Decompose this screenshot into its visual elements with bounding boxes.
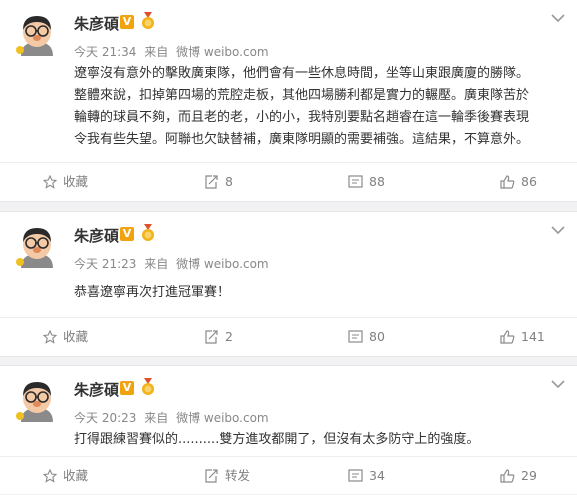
favorite-label: 收藏 — [63, 174, 89, 189]
comment-count: 80 — [369, 329, 385, 344]
weibo-post: 朱彦碩 V 今天 21:34 来自 微博 weibo.com 遼寧沒有意外的擊敗… — [0, 0, 577, 202]
source-prefix: 来自 — [144, 411, 169, 425]
favorite-button[interactable]: 收藏 — [42, 318, 89, 356]
star-icon — [42, 468, 58, 483]
comment-icon — [348, 330, 363, 343]
verified-badge[interactable]: V — [120, 227, 134, 241]
repost-label: 转发 — [225, 468, 251, 483]
post-text-line: 輪轉的球員不夠，而且老的老，小的小，我特別要點名趙睿在這一輪季後賽表現 — [74, 110, 530, 125]
repost-count: 8 — [225, 174, 233, 189]
chevron-down-icon[interactable] — [551, 225, 565, 235]
post-text-line: 遼寧沒有意外的擊敗廣東隊，他們會有一些休息時間，坐等山東跟廣廈的勝隊。 — [74, 66, 530, 81]
post-text-line: 令我有些失望。阿聯也欠缺替補，廣東隊明顯的需要補強。這結果，不算意外。 — [74, 132, 530, 147]
repost-icon — [205, 469, 218, 483]
comment-count: 88 — [369, 174, 385, 189]
verified-badge[interactable]: V — [120, 381, 134, 395]
post-meta: 今天 21:23 来自 微博 weibo.com — [74, 255, 273, 272]
favorite-button[interactable]: 收藏 — [42, 457, 89, 495]
thumbs-up-icon — [500, 330, 515, 344]
post-text: 恭喜遼寧再次打進冠軍賽！ — [74, 282, 566, 304]
post-time[interactable]: 今天 21:23 — [74, 257, 136, 271]
post-time[interactable]: 今天 21:34 — [74, 45, 136, 59]
like-button[interactable]: 29 — [500, 457, 537, 495]
like-button[interactable]: 86 — [500, 163, 537, 201]
post-source[interactable]: 微博 weibo.com — [176, 257, 269, 271]
weibo-post: 朱彦碩 V 今天 21:23 来自 微博 weibo.com 恭喜遼寧再次打進冠… — [0, 211, 577, 357]
star-icon — [42, 329, 58, 344]
comment-button[interactable]: 80 — [348, 318, 385, 356]
favorite-label: 收藏 — [63, 468, 89, 483]
comment-icon — [348, 175, 363, 188]
like-count: 29 — [521, 468, 537, 483]
avatar[interactable] — [13, 12, 61, 60]
source-prefix: 来自 — [144, 45, 169, 59]
like-count: 86 — [521, 174, 537, 189]
like-button[interactable]: 141 — [500, 318, 545, 356]
verified-badge[interactable]: V — [120, 15, 134, 29]
action-bar: 收藏 2 80 141 — [0, 317, 577, 356]
post-source[interactable]: 微博 weibo.com — [176, 45, 269, 59]
thumbs-up-icon — [500, 469, 515, 483]
chevron-down-icon[interactable] — [551, 13, 565, 23]
source-prefix: 来自 — [144, 257, 169, 271]
medal-icon[interactable] — [140, 12, 156, 30]
avatar[interactable] — [13, 378, 61, 426]
action-bar: 收藏 8 88 86 — [0, 162, 577, 201]
favorite-label: 收藏 — [63, 329, 89, 344]
post-meta: 今天 21:34 来自 微博 weibo.com — [74, 43, 273, 60]
comment-button[interactable]: 88 — [348, 163, 385, 201]
post-meta: 今天 20:23 来自 微博 weibo.com — [74, 409, 273, 426]
author-name[interactable]: 朱彦碩 — [74, 225, 119, 246]
comment-button[interactable]: 34 — [348, 457, 385, 495]
comment-icon — [348, 469, 363, 482]
favorite-button[interactable]: 收藏 — [42, 163, 89, 201]
repost-button[interactable]: 转发 — [204, 457, 250, 495]
repost-icon — [205, 175, 218, 189]
comment-count: 34 — [369, 468, 385, 483]
post-text-line: 打得跟練習賽似的..........雙方進攻都開了，但沒有太多防守上的強度。 — [74, 432, 480, 447]
post-text-line: 恭喜遼寧再次打進冠軍賽！ — [74, 285, 231, 300]
post-source[interactable]: 微博 weibo.com — [176, 411, 269, 425]
repost-count: 2 — [225, 329, 233, 344]
post-text: 打得跟練習賽似的..........雙方進攻都開了，但沒有太多防守上的強度。 — [74, 429, 566, 451]
author-name[interactable]: 朱彦碩 — [74, 379, 119, 400]
repost-button[interactable]: 2 — [204, 318, 233, 356]
post-text-line: 整體來說，扣掉第四場的荒腔走板，其他四場勝利都是實力的輾壓。廣東隊苦於 — [74, 88, 530, 103]
avatar[interactable] — [13, 224, 61, 272]
post-time[interactable]: 今天 20:23 — [74, 411, 136, 425]
like-count: 141 — [521, 329, 545, 344]
star-icon — [42, 174, 58, 189]
post-text: 遼寧沒有意外的擊敗廣東隊，他們會有一些休息時間，坐等山東跟廣廈的勝隊。 整體來說… — [74, 63, 566, 151]
chevron-down-icon[interactable] — [551, 379, 565, 389]
repost-button[interactable]: 8 — [204, 163, 233, 201]
weibo-post: 朱彦碩 V 今天 20:23 来自 微博 weibo.com 打得跟練習賽似的.… — [0, 365, 577, 494]
repost-icon — [205, 330, 218, 344]
thumbs-up-icon — [500, 175, 515, 189]
author-name[interactable]: 朱彦碩 — [74, 13, 119, 34]
medal-icon[interactable] — [140, 224, 156, 242]
medal-icon[interactable] — [140, 378, 156, 396]
action-bar: 收藏 转发 34 29 — [0, 456, 577, 495]
